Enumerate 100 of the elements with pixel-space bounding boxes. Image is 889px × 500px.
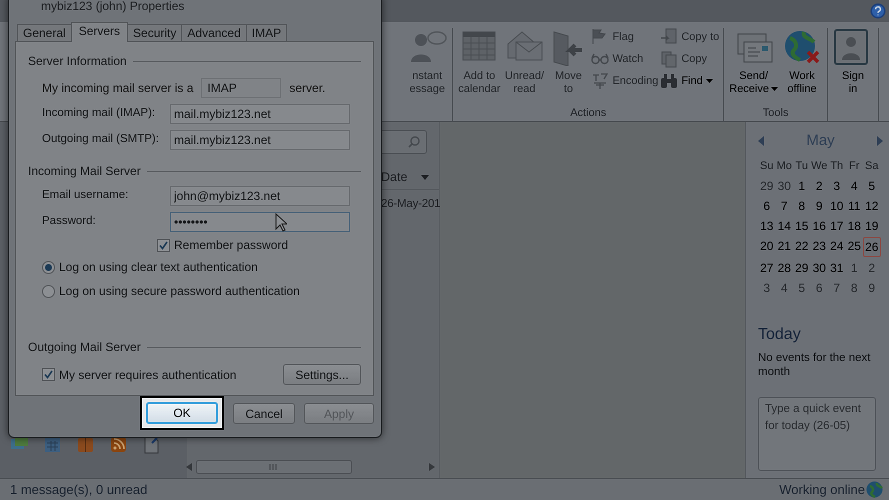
ribbon-button[interactable]: Work offline xyxy=(781,28,823,96)
dialog-tab[interactable]: Servers xyxy=(70,22,128,42)
calendar-day[interactable]: 28 xyxy=(776,258,793,276)
calendar-day[interactable]: 14 xyxy=(776,216,793,234)
field-label: Incoming mail (IMAP): xyxy=(42,106,156,122)
calendar-day[interactable]: 3 xyxy=(758,278,776,296)
today-heading: Today xyxy=(758,324,802,344)
calendar-day[interactable]: 30 xyxy=(776,176,793,194)
calendar-day[interactable]: 6 xyxy=(758,196,776,214)
field-label: Outgoing mail (SMTP): xyxy=(42,132,160,148)
calendar-day[interactable]: 31 xyxy=(828,258,846,276)
quick-event-field[interactable]: Type a quick event for today (26-05) xyxy=(758,396,876,470)
weekday-label: Mo xyxy=(776,158,793,174)
next-month-icon[interactable] xyxy=(877,136,883,146)
calendar-day[interactable]: 2 xyxy=(863,258,880,276)
calendar-day[interactable]: 11 xyxy=(846,196,863,214)
calendar-icon[interactable] xyxy=(43,435,62,454)
help-icon[interactable] xyxy=(870,3,886,19)
book-icon[interactable] xyxy=(76,435,95,454)
calendar-day[interactable]: 4 xyxy=(846,176,863,194)
calendar-day[interactable]: 27 xyxy=(758,258,776,276)
calendar-day[interactable]: 1 xyxy=(793,176,810,194)
calendar-day[interactable]: 3 xyxy=(828,176,846,194)
input-field[interactable]: mail.mybiz123.net xyxy=(170,104,350,124)
input-field[interactable]: mail.mybiz123.net xyxy=(170,130,350,150)
radio-button[interactable] xyxy=(42,260,55,274)
calendar-day[interactable]: 17 xyxy=(828,216,846,234)
group-label: Actions xyxy=(570,106,606,120)
previous-month-icon[interactable] xyxy=(758,136,764,146)
column-header[interactable]: Date xyxy=(381,166,439,189)
documents-icon xyxy=(660,50,678,68)
calendar-day[interactable]: 20 xyxy=(758,236,776,256)
calendar-day[interactable]: 30 xyxy=(810,258,828,276)
feed-icon[interactable] xyxy=(109,435,128,454)
binoculars-icon xyxy=(660,72,678,90)
calendar-day[interactable]: 2 xyxy=(810,176,828,194)
calendar-day[interactable]: 29 xyxy=(793,258,810,276)
dialog-tab[interactable]: Security xyxy=(127,24,182,41)
calendar-day[interactable]: 26 xyxy=(863,236,880,256)
field-label: Password: xyxy=(42,214,97,230)
calendar-day[interactable]: 6 xyxy=(810,278,828,296)
radio-button[interactable] xyxy=(42,284,55,298)
scrollbar-thumb[interactable] xyxy=(196,460,352,474)
calendar-day[interactable]: 7 xyxy=(776,196,793,214)
calendar-day[interactable]: 22 xyxy=(793,236,810,256)
calendar-day[interactable]: 9 xyxy=(810,196,828,214)
input-field[interactable]: john@mybiz123.net xyxy=(170,186,350,206)
checkbox[interactable] xyxy=(42,368,55,381)
status-text: 1 message(s), 0 unread xyxy=(10,480,148,499)
calendar-day[interactable]: 4 xyxy=(776,278,793,296)
calendar-day[interactable]: 24 xyxy=(828,236,846,256)
note-pin-icon[interactable] xyxy=(142,435,161,454)
calendar-day[interactable]: 5 xyxy=(863,176,880,194)
dialog-tab[interactable]: Advanced xyxy=(181,24,247,41)
settings-button[interactable]: Settings... xyxy=(283,364,361,385)
check-icon xyxy=(44,370,53,379)
calendar-day[interactable]: 18 xyxy=(846,216,863,234)
ribbon-button[interactable]: Find xyxy=(660,72,720,90)
documents-arrow-icon xyxy=(660,28,678,46)
search-icon xyxy=(408,136,420,148)
checkbox-label: My server requires authentication xyxy=(59,366,236,384)
calendar-day[interactable]: 16 xyxy=(810,216,828,234)
calendar-day[interactable]: 8 xyxy=(793,196,810,214)
calendar-day[interactable]: 7 xyxy=(828,278,846,296)
calendar-day[interactable]: 9 xyxy=(863,278,880,296)
calendar-day[interactable]: 1 xyxy=(846,258,863,276)
radio-label: Log on using secure password authentication xyxy=(59,283,300,300)
calendar-day[interactable]: 13 xyxy=(758,216,776,234)
globe-icon xyxy=(866,481,883,498)
dialog-tab[interactable]: General xyxy=(17,24,72,41)
input-field[interactable]: •••••••• xyxy=(170,212,350,232)
calendar-day[interactable]: 8 xyxy=(846,278,863,296)
weekday-label: Fr xyxy=(848,158,860,174)
section-heading: Incoming Mail Server xyxy=(28,163,141,180)
scroll-right-icon[interactable] xyxy=(429,463,435,471)
calendar-day[interactable]: 23 xyxy=(810,236,828,256)
weekday-label: Sa xyxy=(864,158,880,174)
section-heading: Server Information xyxy=(28,53,127,70)
calendar-day[interactable]: 25 xyxy=(846,236,863,256)
calendar-day[interactable]: 10 xyxy=(828,196,846,214)
radio-label: Log on using clear text authentication xyxy=(59,259,258,276)
characters-icon xyxy=(591,72,610,90)
checkbox[interactable] xyxy=(157,238,170,252)
field-label: Email username: xyxy=(42,188,130,204)
ribbon-button[interactable]: Send/ Receive xyxy=(728,28,779,96)
calendar-day[interactable]: 5 xyxy=(793,278,810,296)
calendar-day[interactable]: 21 xyxy=(776,236,793,256)
calendar-day[interactable]: 15 xyxy=(793,216,810,234)
ribbon-button[interactable]: Sign in xyxy=(832,28,874,96)
dialog-button[interactable]: OK xyxy=(146,402,218,424)
dialog-button[interactable]: Cancel xyxy=(233,403,295,424)
calendar-day[interactable]: 29 xyxy=(758,176,776,194)
dialog-title: mybiz123 (john) Properties xyxy=(41,0,184,15)
weekday-label: Th xyxy=(829,158,844,174)
weekday-label: We xyxy=(810,158,828,174)
calendar-day[interactable]: 12 xyxy=(863,196,880,214)
month-title: May xyxy=(806,131,835,151)
calendar-day[interactable]: 19 xyxy=(863,216,880,234)
dialog-tab[interactable]: IMAP xyxy=(246,24,288,41)
table-cell-text: 26-May-201 xyxy=(381,196,439,212)
